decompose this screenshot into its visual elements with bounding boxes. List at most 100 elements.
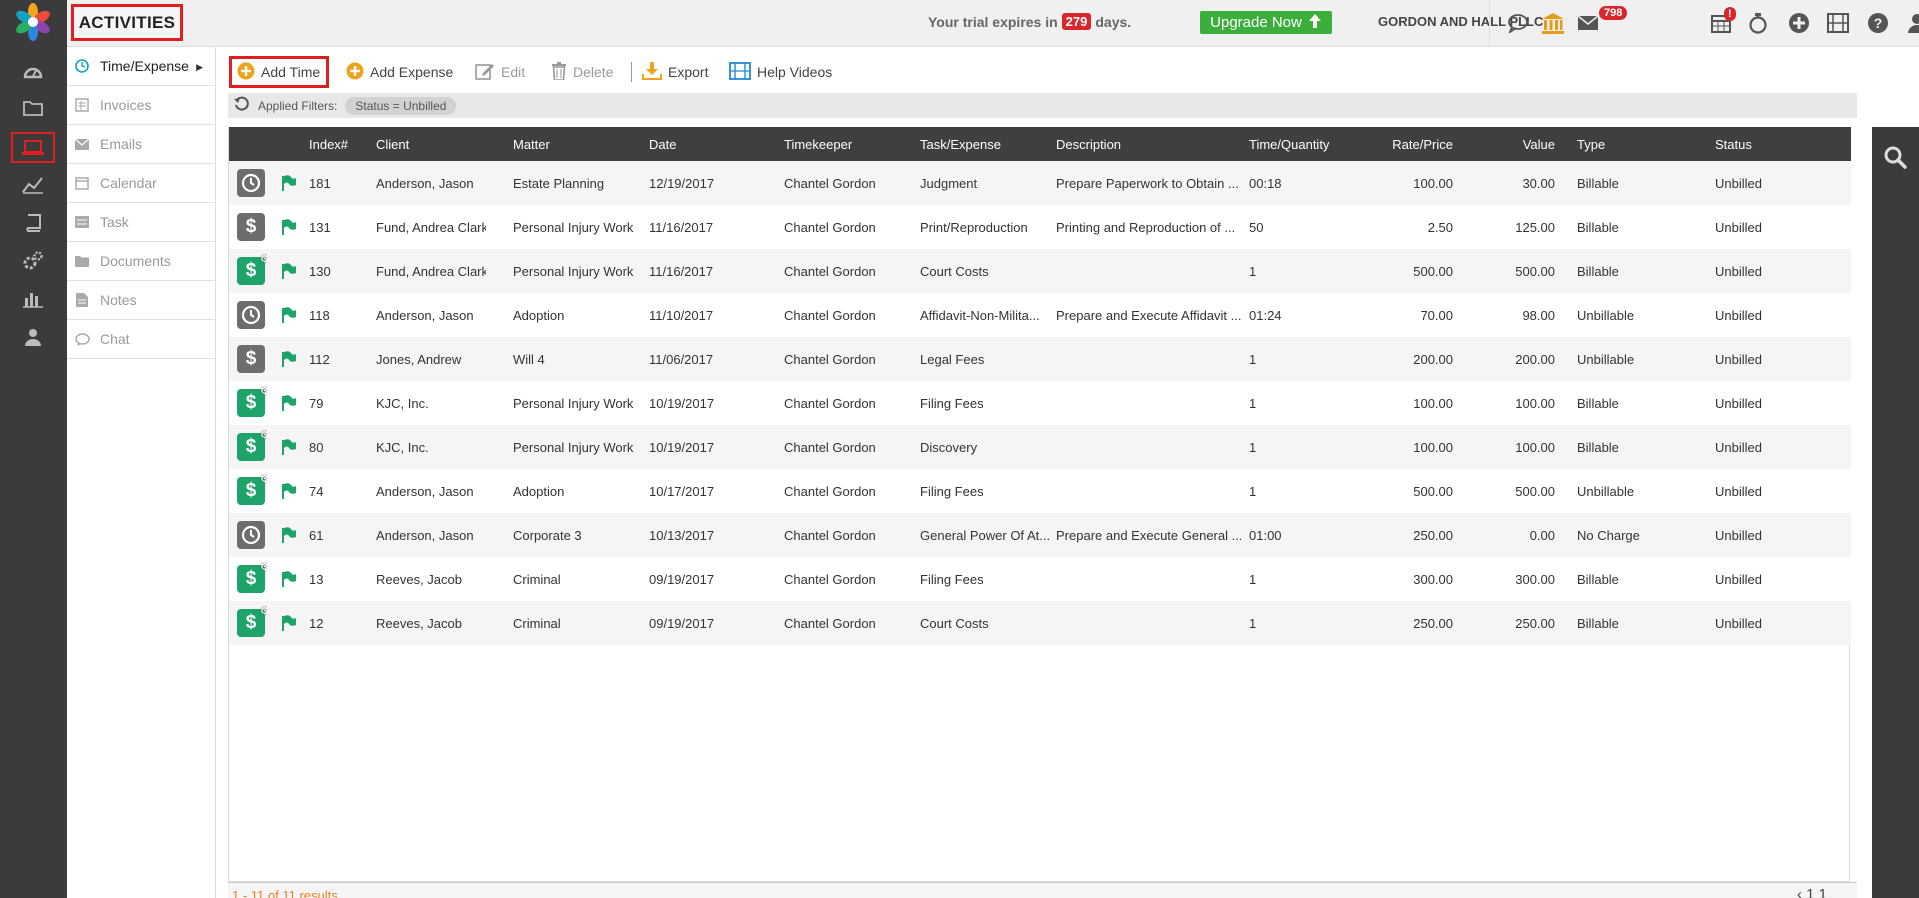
table-row[interactable]: $ ⚙ 74 Anderson, Jason Adoption 10/17/2017 Cha…: [229, 469, 1851, 513]
cell-type: Unbillable: [1577, 351, 1635, 367]
header-divider: [1489, 0, 1490, 47]
cell-status: Unbilled: [1715, 483, 1762, 499]
reports-chart-icon[interactable]: [18, 170, 48, 200]
film-icon[interactable]: [1824, 9, 1852, 37]
flag-icon[interactable]: [281, 469, 301, 513]
mail-icon[interactable]: [1574, 9, 1602, 37]
flag-icon[interactable]: [281, 293, 301, 337]
add-expense-button[interactable]: Add Expense: [346, 56, 453, 88]
column-header[interactable]: Type: [1577, 127, 1697, 161]
envelope-icon: [74, 136, 90, 152]
help-icon[interactable]: ?: [1864, 9, 1892, 37]
delete-button[interactable]: Delete: [551, 56, 613, 88]
flag-icon[interactable]: [281, 161, 301, 205]
table-row[interactable]: 181 Anderson, Jason Estate Planning 12/19/2…: [229, 161, 1851, 205]
table-row[interactable]: $ ⚙ 12 Reeves, Jacob Criminal 09/19/2017 Chant…: [229, 601, 1851, 645]
subnav-item-time-expense[interactable]: Time/Expense ▶: [67, 47, 215, 86]
folder-icon: [74, 253, 90, 269]
current-page[interactable]: 1: [1806, 886, 1814, 898]
filter-chip[interactable]: Status = Unbilled: [345, 96, 457, 115]
subnav-item-notes[interactable]: Notes: [67, 281, 215, 320]
column-header[interactable]: Client: [376, 127, 486, 161]
bar-chart-icon[interactable]: [18, 284, 48, 314]
help-videos-button[interactable]: Help Videos: [729, 56, 832, 88]
cell-timekeeper: Chantel Gordon: [784, 439, 876, 455]
edit-button[interactable]: Edit: [475, 56, 525, 88]
add-time-button[interactable]: Add Time: [229, 56, 330, 88]
auto-expense-entry-icon: $ ⚙: [237, 386, 267, 417]
flag-icon[interactable]: [281, 381, 301, 425]
top-header: ACTIVITIES Your trial expires in 279 day…: [67, 0, 1919, 47]
reset-filters-icon[interactable]: [234, 96, 250, 115]
cell-status: Unbilled: [1715, 263, 1762, 279]
column-header[interactable]: Index#: [309, 127, 359, 161]
column-header[interactable]: Description: [1056, 127, 1241, 161]
user-icon[interactable]: [18, 322, 48, 352]
cell-date: 12/19/2017: [649, 175, 715, 191]
cell-client: Anderson, Jason: [376, 527, 474, 543]
subnav-item-calendar[interactable]: Calendar: [67, 164, 215, 203]
table-row[interactable]: $112 Jones, Andrew Will 4 11/06/2017 Chantel…: [229, 337, 1851, 381]
search-icon[interactable]: [1883, 145, 1907, 172]
table-row[interactable]: 61 Anderson, Jason Corporate 3 10/13/2017 Ch…: [229, 513, 1851, 557]
profile-icon[interactable]: [1903, 9, 1919, 37]
upgrade-now-button[interactable]: Upgrade Now: [1200, 11, 1332, 34]
folder-icon[interactable]: [18, 93, 48, 123]
film-icon: [729, 61, 751, 83]
settings-gears-icon[interactable]: [18, 246, 48, 276]
dashboard-icon[interactable]: [18, 56, 48, 86]
add-expense-label: Add Expense: [370, 64, 454, 80]
cell-timekeeper: Chantel Gordon: [784, 527, 876, 543]
cell-client: Fund, Andrea Clark-...: [376, 219, 486, 235]
cell-date: 09/19/2017: [649, 571, 715, 587]
svg-text:?: ?: [1874, 15, 1883, 31]
column-header[interactable]: Matter: [513, 127, 643, 161]
cell-matter: Personal Injury Work: [513, 263, 634, 279]
table-row[interactable]: $ ⚙ 79 KJC, Inc. Personal Injury Work 10/19/2…: [229, 381, 1851, 425]
column-header[interactable]: Timekeeper: [784, 127, 894, 161]
flag-icon[interactable]: [281, 513, 301, 557]
flag-icon[interactable]: [281, 337, 301, 381]
edit-icon: [475, 62, 495, 83]
table-row[interactable]: $131 Fund, Andrea Clark-... Personal Injur…: [229, 205, 1851, 249]
activities-laptop-icon[interactable]: [11, 132, 55, 163]
prev-page-icon[interactable]: ‹: [1797, 886, 1802, 898]
column-header[interactable]: Task/Expense: [920, 127, 1056, 161]
cell-value: 0.00: [1529, 527, 1555, 543]
book-icon[interactable]: [18, 208, 48, 238]
cell-desc: [1056, 381, 1241, 425]
bank-icon[interactable]: [1539, 9, 1567, 37]
table-row[interactable]: 118 Anderson, Jason Adoption 11/10/2017 Chan…: [229, 293, 1851, 337]
cell-rate: 100.00: [1413, 395, 1453, 411]
flag-icon[interactable]: [281, 425, 301, 469]
subnav-item-documents[interactable]: Documents: [67, 242, 215, 281]
column-header[interactable]: Value: [1469, 127, 1555, 161]
column-header[interactable]: Date: [649, 127, 754, 161]
mail-count-badge: 798: [1599, 6, 1628, 20]
flag-icon[interactable]: [281, 205, 301, 249]
subnav-item-task[interactable]: Task: [67, 203, 215, 242]
column-header[interactable]: Status: [1715, 127, 1835, 161]
cell-desc: Prepare and Execute Affidavit ...: [1056, 307, 1241, 323]
subnav-item-chat[interactable]: Chat: [67, 320, 215, 359]
cell-client: Fund, Andrea Clark-...: [376, 263, 486, 279]
cell-task: Filing Fees: [920, 571, 984, 587]
last-page[interactable]: 1: [1819, 886, 1827, 898]
flag-icon[interactable]: [281, 249, 301, 293]
export-button[interactable]: Export: [642, 56, 708, 88]
app-logo[interactable]: [14, 3, 52, 41]
stopwatch-icon[interactable]: [1744, 9, 1772, 37]
subnav-item-invoices[interactable]: Invoices: [67, 86, 215, 125]
chat-bubble-icon[interactable]: [1504, 9, 1532, 37]
column-header[interactable]: Rate/Price: [1359, 127, 1453, 161]
table-row[interactable]: $ ⚙ 80 KJC, Inc. Personal Injury Work 10/19/2…: [229, 425, 1851, 469]
flag-icon[interactable]: [281, 557, 301, 601]
subnav-item-emails[interactable]: Emails: [67, 125, 215, 164]
flag-icon[interactable]: [281, 601, 301, 645]
cell-status: Unbilled: [1715, 527, 1762, 543]
table-row[interactable]: $ ⚙ 13 Reeves, Jacob Criminal 09/19/2017 Chant…: [229, 557, 1851, 601]
cell-timekeeper: Chantel Gordon: [784, 483, 876, 499]
add-circle-icon[interactable]: [1785, 9, 1813, 37]
table-row[interactable]: $⚙ 130 Fund, Andrea Clark-... Personal Inju…: [229, 249, 1851, 293]
column-header[interactable]: Time/Quantity: [1249, 127, 1359, 161]
